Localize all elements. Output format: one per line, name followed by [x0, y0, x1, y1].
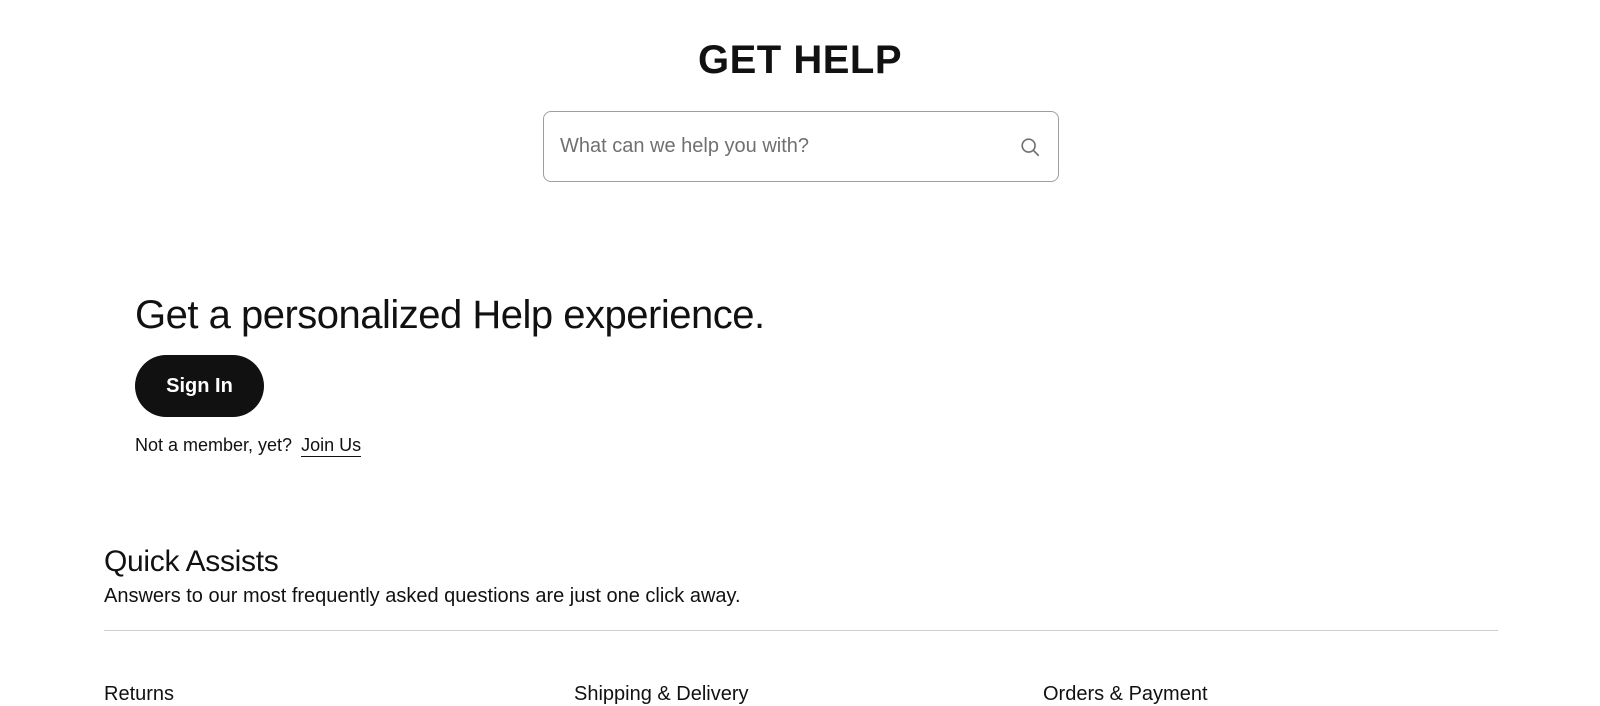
search-input[interactable]	[560, 126, 1018, 167]
membership-prompt: Not a member, yet? Join Us	[135, 433, 362, 457]
search-box[interactable]	[543, 111, 1059, 182]
sign-in-button[interactable]: Sign In	[135, 355, 264, 417]
quick-assists-subtitle: Answers to our most frequently asked que…	[104, 585, 741, 607]
help-page: GET HELP Get a personalized Help experie…	[0, 0, 1600, 706]
search-icon[interactable]	[1018, 135, 1042, 159]
category-orders-payment[interactable]: Orders & Payment	[1043, 681, 1208, 706]
page-title: GET HELP	[697, 38, 903, 82]
personalized-help-heading: Get a personalized Help experience.	[135, 293, 765, 337]
category-returns[interactable]: Returns	[104, 681, 174, 706]
join-us-link[interactable]: Join Us	[301, 435, 362, 457]
category-shipping-delivery[interactable]: Shipping & Delivery	[574, 681, 749, 706]
member-text: Not a member, yet?	[135, 435, 293, 455]
quick-assists-heading: Quick Assists	[104, 545, 279, 578]
section-divider	[104, 630, 1498, 631]
